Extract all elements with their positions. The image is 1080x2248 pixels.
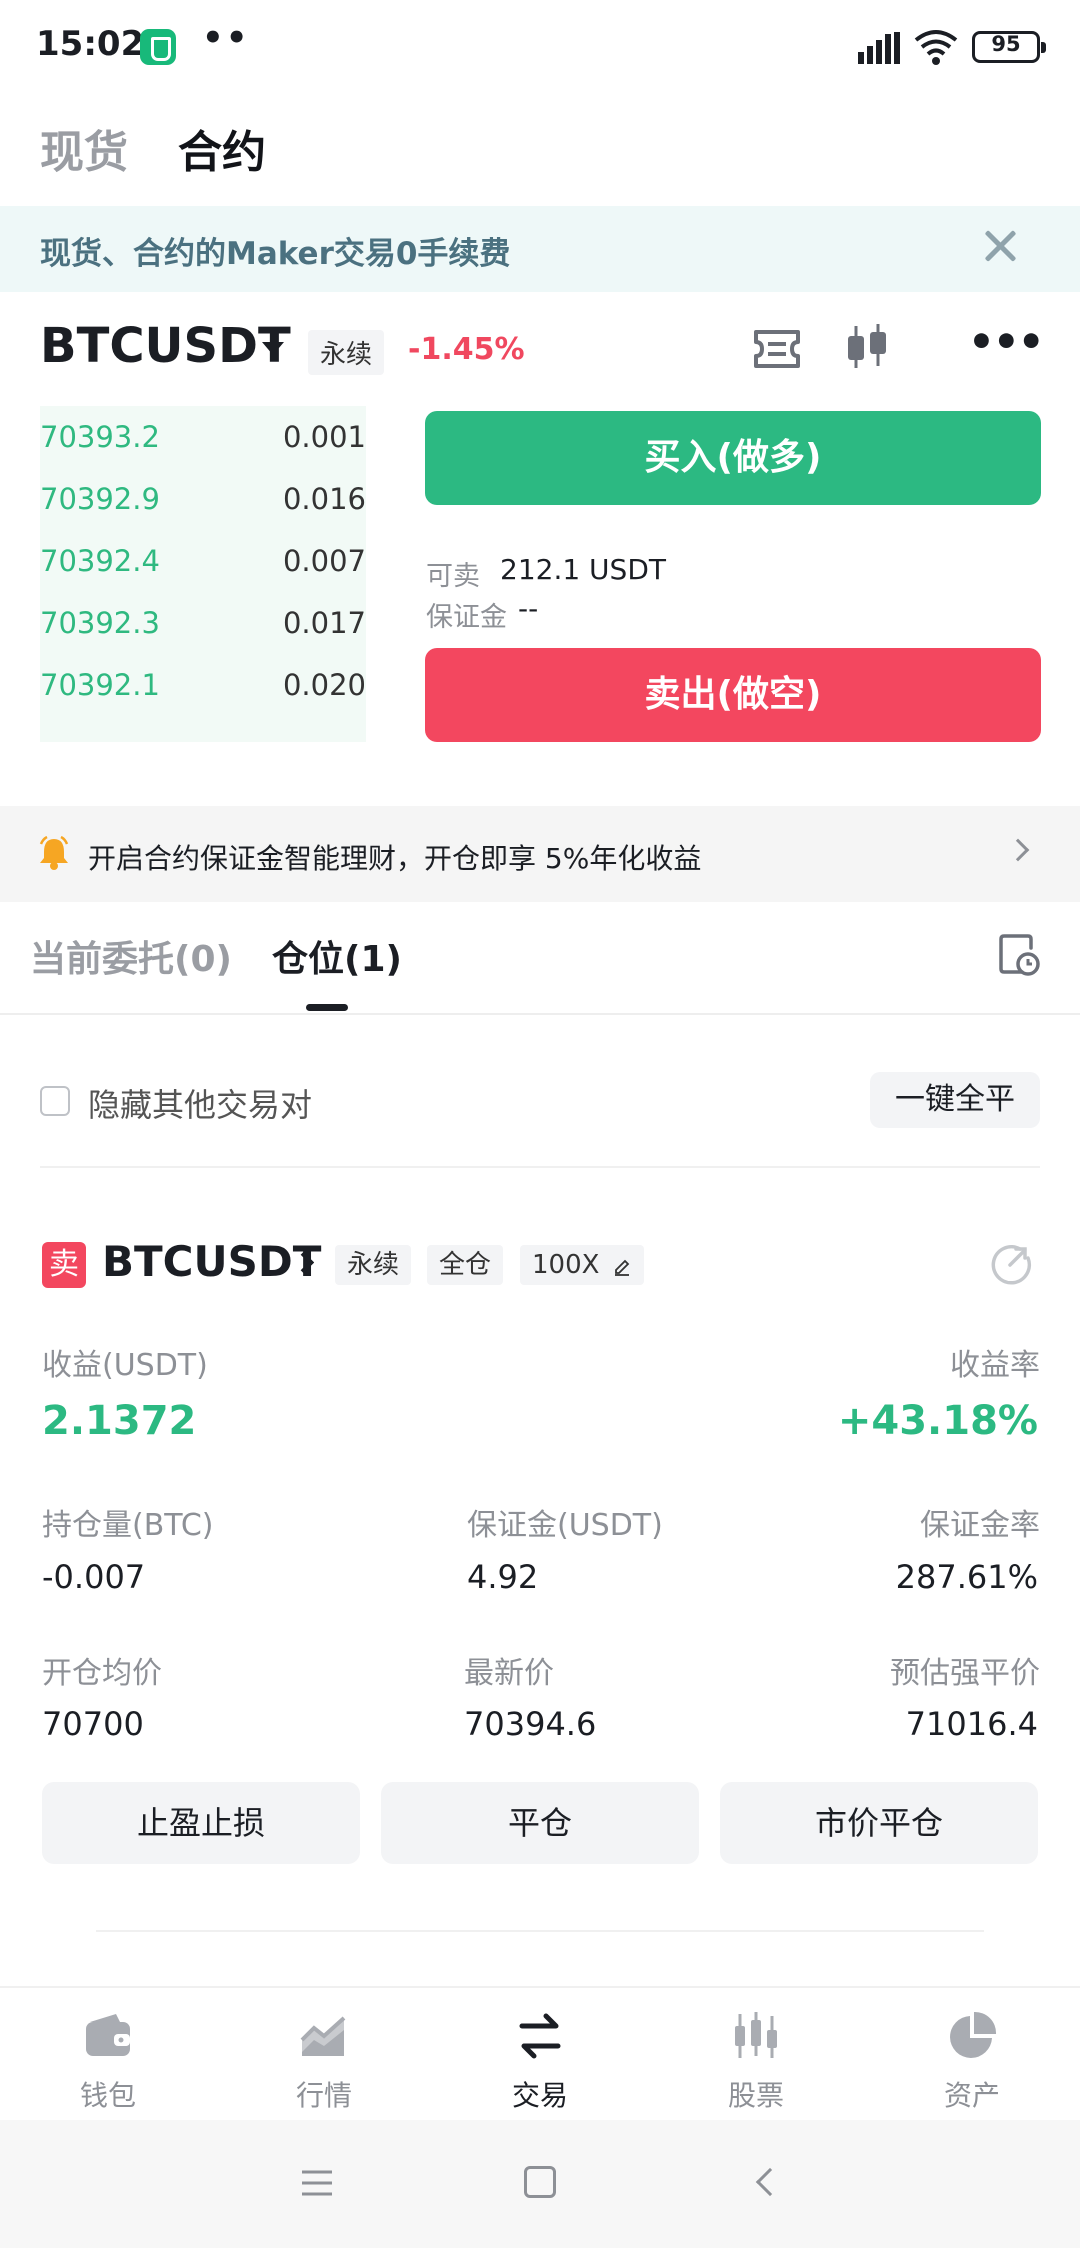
size-label: 持仓量(BTC)	[42, 1508, 214, 1543]
liquidation-price-value: 71016.4	[905, 1705, 1038, 1743]
hide-other-pairs-label[interactable]: 隐藏其他交易对	[88, 1080, 312, 1126]
stocks-icon	[735, 2012, 777, 2058]
roe-value: +43.18%	[837, 1398, 1038, 1444]
price-change: -1.45%	[408, 332, 525, 367]
sell-short-button[interactable]: 卖出(做空)	[425, 648, 1041, 742]
order-book-row[interactable]: 70393.2 0.001	[40, 406, 366, 468]
notice-text: 开启合约保证金智能理财，开仓即享 5%年化收益	[88, 842, 702, 875]
pie-chart-icon	[950, 2011, 997, 2058]
leverage-button[interactable]: 100X	[520, 1245, 644, 1285]
margin-ratio-label: 保证金率	[920, 1508, 1040, 1543]
divider	[0, 1013, 1080, 1015]
symbol-selector[interactable]: BTCUSDT	[40, 318, 291, 374]
shield-app-icon	[140, 29, 176, 65]
available-value: 212.1 USDT	[500, 553, 666, 586]
wifi-icon	[914, 30, 958, 65]
last-price-label: 最新价	[464, 1656, 554, 1691]
order-quantity: 0.020	[282, 668, 366, 702]
recent-apps-icon[interactable]	[300, 2168, 334, 2198]
nav-trade[interactable]: 交易	[470, 2010, 610, 2114]
divider	[96, 1930, 984, 1932]
margin-value: --	[518, 592, 539, 625]
share-icon[interactable]	[990, 1243, 1032, 1285]
order-book-row[interactable]: 70392.4 0.007	[40, 530, 366, 592]
close-position-button[interactable]: 平仓	[381, 1782, 699, 1864]
nav-stocks-label: 股票	[727, 2079, 784, 2112]
promo-text: 现货、合约的Maker交易0手续费	[40, 236, 511, 272]
signal-icon	[858, 32, 900, 64]
battery-icon: 95	[972, 31, 1046, 63]
nav-trade-label: 交易	[511, 2079, 568, 2112]
position-symbol[interactable]: BTCUSDT	[102, 1237, 321, 1286]
tab-spot[interactable]: 现货	[40, 116, 128, 180]
pnl-label: 收益(USDT)	[42, 1348, 208, 1383]
swap-arrows-icon	[519, 2013, 561, 2059]
order-book: 70393.2 0.001 70392.9 0.016 70392.4 0.00…	[40, 406, 366, 742]
home-icon[interactable]	[524, 2166, 556, 2198]
divider	[40, 1166, 1040, 1168]
order-quantity: 0.007	[282, 544, 366, 578]
order-price: 70393.2	[40, 420, 160, 454]
notification-dots: ••	[202, 18, 250, 58]
more-icon[interactable]: •••	[968, 321, 1045, 363]
order-price: 70392.9	[40, 482, 160, 516]
leverage-value: 100X	[532, 1250, 600, 1280]
active-tab-indicator	[306, 1004, 348, 1011]
order-price: 70392.3	[40, 606, 160, 640]
margin-label: 保证金	[426, 602, 507, 633]
side-badge: 卖	[42, 1242, 86, 1288]
hide-other-pairs-checkbox[interactable]	[40, 1086, 70, 1116]
tag-perpetual: 永续	[335, 1245, 412, 1285]
nav-stocks[interactable]: 股票	[686, 2010, 826, 2114]
margin-label: 保证金(USDT)	[467, 1508, 663, 1543]
order-quantity: 0.001	[282, 420, 366, 454]
nav-wallet-label: 钱包	[79, 2079, 136, 2112]
order-price: 70392.1	[40, 668, 160, 702]
nav-assets-label: 资产	[943, 2079, 1000, 2112]
pnl-value: 2.1372	[42, 1398, 197, 1444]
market-close-button[interactable]: 市价平仓	[720, 1782, 1038, 1864]
nav-market-label: 行情	[295, 2079, 352, 2112]
buy-long-button[interactable]: 买入(做多)	[425, 411, 1041, 505]
order-book-row[interactable]: 70392.1 0.020	[40, 654, 366, 716]
wallet-icon	[86, 2014, 130, 2056]
roe-label: 收益率	[950, 1348, 1040, 1383]
margin-ratio-value: 287.61%	[895, 1558, 1038, 1596]
nav-market[interactable]: 行情	[254, 2010, 394, 2114]
coupon-icon[interactable]	[752, 328, 802, 370]
order-history-icon[interactable]	[998, 932, 1040, 976]
contract-type-tag: 永续	[308, 330, 385, 375]
bell-icon	[39, 836, 69, 870]
caret-down-icon[interactable]	[262, 342, 284, 355]
order-book-row[interactable]: 70392.9 0.016	[40, 468, 366, 530]
close-icon[interactable]	[982, 228, 1018, 264]
battery-level: 95	[991, 32, 1021, 56]
order-quantity: 0.016	[282, 482, 366, 516]
status-time: 15:02	[36, 24, 145, 64]
tab-open-orders[interactable]: 当前委托(0)	[30, 930, 232, 982]
order-quantity: 0.017	[282, 606, 366, 640]
liquidation-price-label: 预估强平价	[890, 1656, 1040, 1691]
market-chart-icon	[300, 2016, 346, 2056]
order-price: 70392.4	[40, 544, 160, 578]
nav-wallet[interactable]: 钱包	[38, 2010, 178, 2114]
edit-icon	[614, 1259, 629, 1276]
last-price-value: 70394.6	[464, 1705, 597, 1743]
entry-price-value: 70700	[42, 1705, 144, 1743]
margin-value: 4.92	[467, 1558, 539, 1596]
tab-futures[interactable]: 合约	[178, 116, 266, 180]
nav-assets[interactable]: 资产	[902, 2010, 1042, 2114]
entry-price-label: 开仓均价	[42, 1656, 162, 1691]
tp-sl-button[interactable]: 止盈止损	[42, 1782, 360, 1864]
tag-margin-mode: 全仓	[427, 1245, 504, 1285]
available-label: 可卖	[426, 561, 480, 592]
order-book-row[interactable]: 70392.3 0.017	[40, 592, 366, 654]
tab-positions[interactable]: 仓位(1)	[272, 930, 402, 982]
candlestick-chart-icon[interactable]	[844, 322, 890, 372]
size-value: -0.007	[42, 1558, 146, 1596]
close-all-button[interactable]: 一键全平	[870, 1072, 1040, 1128]
